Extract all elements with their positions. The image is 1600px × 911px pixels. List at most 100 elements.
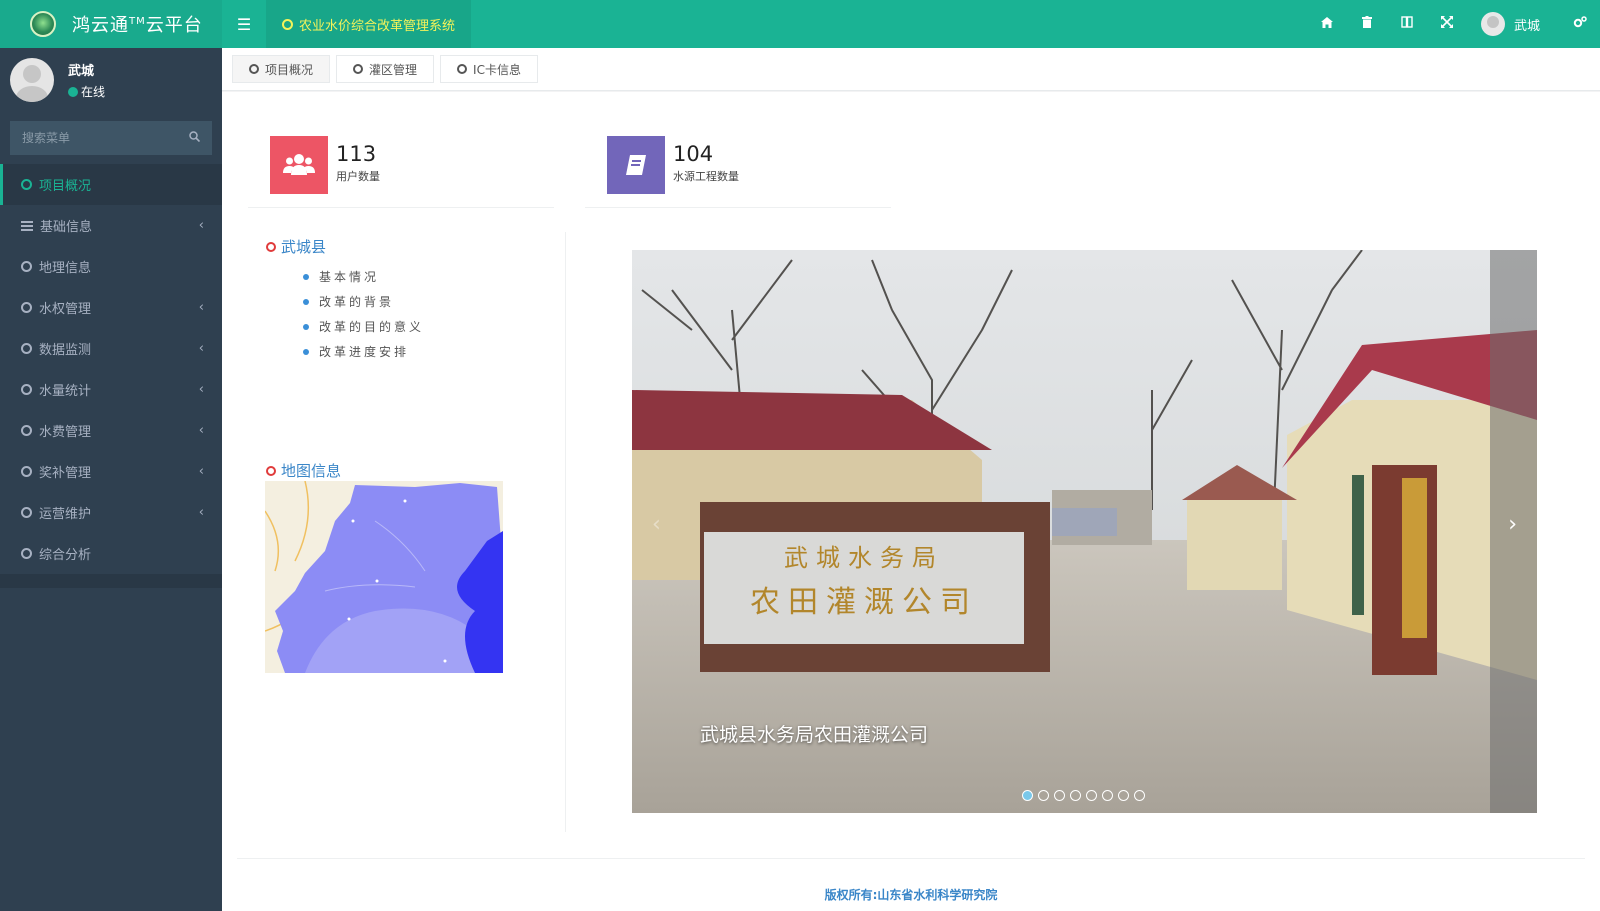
sidebar-item-water-stats[interactable]: 水量统计 ‹ [0, 369, 222, 410]
county-title: 武城县 [281, 238, 327, 256]
circle-icon [266, 465, 276, 476]
chevron-left-icon: ‹ [198, 382, 204, 397]
chevron-left-icon: ‹ [198, 341, 204, 356]
list-item[interactable]: 改革的目的意义 [303, 314, 565, 339]
sidebar-item-overview[interactable]: 项目概况 [0, 164, 222, 205]
tab-irrigation[interactable]: 灌区管理 [336, 55, 435, 83]
profile-name: 武城 [68, 64, 95, 79]
carousel-dot[interactable] [1086, 790, 1097, 801]
carousel-dot[interactable] [1134, 790, 1145, 801]
county-topics: 基本情况 改革的背景 改革的目的意义 改革进度安排 [303, 264, 565, 364]
circle-icon [282, 18, 293, 30]
sidebar-item-geo-info[interactable]: 地理信息 [0, 246, 222, 287]
main-content: 113 用户数量 104 水源工程数量 武城县 基本情况 改革的背景 改革的目的… [222, 92, 1600, 911]
list-item[interactable]: 改革进度安排 [303, 339, 565, 364]
carousel-dot[interactable] [1038, 790, 1049, 801]
sidebar-item-basic-info[interactable]: 基础信息 ‹ [0, 205, 222, 246]
image-carousel[interactable]: 武城水务局 农田灌溉公司 武城县水务局农田灌溉公司 ‹ › [632, 250, 1537, 813]
fullscreen-icon[interactable] [1427, 16, 1467, 32]
carousel-dot[interactable] [1118, 790, 1129, 801]
carousel-dot[interactable] [1054, 790, 1065, 801]
circle-icon [249, 64, 259, 74]
chevron-left-icon: ‹ [198, 218, 204, 233]
sidebar-item-water-rights[interactable]: 水权管理 ‹ [0, 287, 222, 328]
brand-title: 鸿云通TM云平台 [72, 15, 203, 36]
sidebar-nav: 项目概况 基础信息 ‹ 地理信息 水权管理 ‹ 数据监测 ‹ 水量统计 ‹ 水费… [0, 164, 222, 588]
carousel-indicators [1022, 790, 1150, 801]
list-item[interactable]: 基本情况 [303, 264, 565, 289]
user-count: 113 [336, 142, 377, 166]
header-actions: 武城 [1307, 0, 1600, 48]
circle-icon [21, 425, 32, 436]
trash-icon[interactable] [1347, 16, 1387, 32]
circle-icon [21, 466, 32, 477]
settings-icon[interactable] [1560, 16, 1600, 32]
stat-card-water-projects: 104 水源工程数量 [585, 136, 891, 208]
menu-toggle-icon[interactable]: ☰ [222, 0, 266, 48]
footer-divider [237, 858, 1585, 859]
circle-icon [21, 343, 32, 354]
book-icon[interactable] [1387, 16, 1427, 32]
circle-icon [353, 64, 364, 74]
sidebar-item-operations[interactable]: 运营维护 ‹ [0, 492, 222, 533]
carousel-dot[interactable] [1022, 790, 1033, 801]
carousel-dot[interactable] [1102, 790, 1113, 801]
map-thumbnail[interactable] [264, 480, 503, 673]
circle-icon [266, 241, 276, 252]
status-dot-icon [68, 86, 78, 97]
sign-text-line1: 武城水务局 [784, 544, 944, 572]
sidebar-item-data-monitoring[interactable]: 数据监测 ‹ [0, 328, 222, 369]
circle-icon [457, 64, 468, 74]
top-navbar: 鸿云通TM云平台 ☰ 农业水价综合改革管理系统 武城 [0, 0, 1600, 48]
user-name: 武城 [1513, 18, 1540, 34]
sidebar-item-fee-management[interactable]: 水费管理 ‹ [0, 410, 222, 451]
menu-search [10, 121, 212, 155]
tab-overview[interactable]: 项目概况 [232, 55, 331, 83]
sidebar: 武城 在线 项目概况 基础信息 ‹ 地理信息 水权管理 ‹ [0, 48, 222, 911]
system-tab-label: 农业水价综合改革管理系统 [299, 18, 456, 34]
page-tabs: 项目概况 灌区管理 IC卡信息 [222, 48, 1600, 91]
book-icon [607, 136, 665, 194]
county-section[interactable]: 武城县 [240, 236, 565, 257]
list-icon [21, 220, 33, 231]
map-section[interactable]: 地图信息 [240, 460, 565, 481]
circle-icon [21, 384, 32, 395]
map-section-title: 地图信息 [281, 462, 342, 480]
circle-icon [21, 302, 32, 313]
sign-text-line2: 农田灌溉公司 [750, 585, 978, 620]
status-label: 在线 [81, 85, 106, 99]
sidebar-profile: 武城 在线 [0, 48, 222, 112]
brand-logo-area: 鸿云通TM云平台 [0, 0, 222, 48]
chevron-left-icon: ‹ [198, 464, 204, 479]
user-menu[interactable]: 武城 [1480, 12, 1540, 36]
brand-logo-icon [30, 11, 56, 37]
home-icon[interactable] [1307, 16, 1347, 32]
stat-card-users: 113 用户数量 [248, 136, 554, 208]
circle-icon [21, 179, 32, 190]
search-icon[interactable] [189, 131, 201, 145]
circle-icon [21, 507, 32, 518]
user-count-label: 用户数量 [336, 170, 380, 183]
water-project-label: 水源工程数量 [673, 170, 739, 183]
chevron-left-icon: ‹ [198, 505, 204, 520]
chevron-left-icon: ‹ [198, 300, 204, 315]
circle-icon [21, 548, 32, 559]
tab-ic-card[interactable]: IC卡信息 [440, 55, 538, 83]
system-tab[interactable]: 农业水价综合改革管理系统 [266, 0, 472, 48]
menu-search-input[interactable] [22, 131, 189, 145]
carousel-caption: 武城县水务局农田灌溉公司 [700, 724, 929, 746]
copyright-footer: 版权所有:山东省水利科学研究院 [824, 888, 998, 902]
chevron-left-icon: ‹ [198, 423, 204, 438]
online-status: 在线 [68, 83, 105, 100]
chevron-right-icon[interactable]: › [1508, 512, 1517, 537]
users-icon [270, 136, 328, 194]
chevron-left-icon[interactable]: ‹ [652, 512, 661, 537]
water-project-count: 104 [673, 142, 714, 166]
avatar [1480, 12, 1505, 36]
avatar[interactable] [10, 58, 54, 102]
circle-icon [21, 261, 32, 272]
sidebar-item-analysis[interactable]: 综合分析 [0, 533, 222, 574]
sidebar-item-subsidy[interactable]: 奖补管理 ‹ [0, 451, 222, 492]
carousel-dot[interactable] [1070, 790, 1081, 801]
list-item[interactable]: 改革的背景 [303, 289, 565, 314]
